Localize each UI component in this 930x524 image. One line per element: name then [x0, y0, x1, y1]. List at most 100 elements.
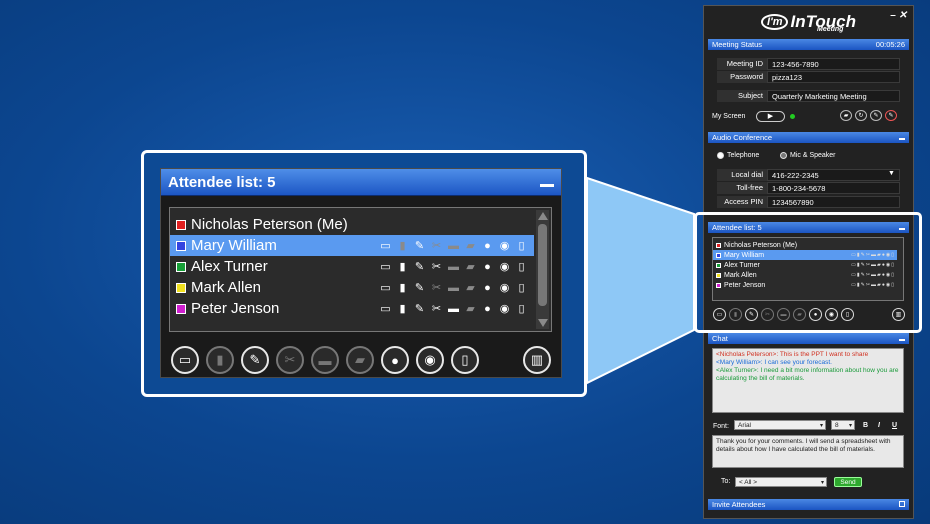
folder-icon[interactable]: ▰ — [840, 110, 852, 121]
meeting-status-header[interactable]: Meeting Status 00:05:26 — [708, 39, 909, 50]
users-icon[interactable]: ● — [481, 282, 494, 294]
refresh-icon[interactable]: ↻ — [855, 110, 867, 121]
scroll-up-icon[interactable] — [538, 212, 548, 220]
attendee-row-alex[interactable]: Alex Turner ▭ ▮ ✎ ✂ ▬ ▰ ● ◉ ▯ — [170, 256, 534, 277]
annotate-button[interactable]: ✎ — [241, 346, 269, 374]
presenter-button[interactable]: ● — [381, 346, 409, 374]
expand-icon[interactable] — [899, 501, 905, 507]
pencil-icon[interactable]: ✎ — [413, 282, 426, 294]
bold-button[interactable]: B — [863, 422, 868, 429]
scissors-icon[interactable]: ✂ — [430, 303, 443, 315]
users-icon[interactable]: ● — [481, 303, 494, 315]
radio-unselected-icon[interactable] — [780, 152, 787, 159]
font-size-select[interactable]: 8 — [831, 420, 855, 431]
send-button[interactable]: Send — [834, 477, 862, 487]
printer-icon[interactable]: ▬ — [447, 261, 460, 273]
section-title: Audio Conference — [712, 133, 773, 142]
chat-button[interactable]: ◉ — [416, 346, 444, 374]
annotate-off-icon[interactable]: ✎ — [885, 110, 897, 121]
invite-attendees-header[interactable]: Invite Attendees — [708, 499, 909, 510]
pencil-icon[interactable]: ✎ — [413, 240, 426, 252]
folder-icon[interactable]: ▰ — [464, 303, 477, 315]
dropdown-arrow-icon[interactable]: ▼ — [888, 170, 895, 177]
scissors-icon[interactable]: ✂ — [430, 240, 443, 252]
attendee-name: Mary William — [191, 237, 277, 254]
chat-history[interactable]: <Nicholas Peterson>: This is the PPT I w… — [712, 348, 904, 413]
clipboard-button[interactable]: ✂ — [276, 346, 304, 374]
attendee-row-peter[interactable]: Peter Jenson ▭ ▮ ✎ ✂ ▬ ▰ ● ◉ ▯ — [170, 298, 534, 319]
monitor-icon[interactable]: ▭ — [379, 282, 392, 294]
play-icon: ▶ — [767, 113, 774, 120]
users-icon[interactable]: ● — [481, 240, 494, 252]
underline-button[interactable]: U — [892, 422, 897, 429]
mouse-icon[interactable]: ▮ — [396, 282, 409, 294]
scissors-icon[interactable]: ✂ — [430, 282, 443, 294]
chat-icon[interactable]: ◉ — [498, 240, 511, 252]
subject-value: Quarterly Marketing Meeting — [767, 90, 900, 102]
pencil-icon: ✎ — [249, 352, 261, 367]
folder-icon[interactable]: ▰ — [464, 240, 477, 252]
attendee-row-mark[interactable]: Mark Allen ▭ ▮ ✎ ✂ ▬ ▰ ● ◉ ▯ — [170, 277, 534, 298]
microphone-icon[interactable]: ▯ — [515, 303, 528, 315]
monitor-icon[interactable]: ▭ — [379, 261, 392, 273]
minimize-icon[interactable] — [899, 339, 905, 341]
printer-icon[interactable]: ▬ — [447, 282, 460, 294]
mouse-icon[interactable]: ▮ — [396, 261, 409, 273]
attendee-row-mary[interactable]: Mary William ▭ ▮ ✎ ✂ ▬ ▰ ● ◉ ▯ — [170, 235, 534, 256]
printer-icon: ▬ — [318, 352, 332, 368]
remove-attendee-button[interactable]: ▥ — [523, 346, 551, 374]
chat-icon[interactable]: ◉ — [498, 282, 511, 294]
window-controls[interactable]: – ✕ — [890, 10, 907, 21]
share-screen-button[interactable]: ▭ — [171, 346, 199, 374]
print-button[interactable]: ▬ — [311, 346, 339, 374]
printer-icon[interactable]: ▬ — [447, 303, 460, 315]
microphone-icon[interactable]: ▯ — [515, 261, 528, 273]
pencil-icon[interactable]: ✎ — [413, 261, 426, 273]
scissors-icon[interactable]: ✂ — [430, 261, 443, 273]
attendee-list[interactable]: Nicholas Peterson (Me) Mary William ▭ ▮ … — [169, 207, 552, 332]
chat-icon[interactable]: ◉ — [498, 303, 511, 315]
microphone-button[interactable]: ▯ — [451, 346, 479, 374]
microphone-icon[interactable]: ▯ — [515, 282, 528, 294]
attendee-panel-zoomed: Attendee list: 5 Nicholas Peterson (Me) … — [160, 168, 562, 378]
chat-message: <Alex Turner>: I need a bit more informa… — [716, 367, 899, 382]
option-label: Mic & Speaker — [790, 152, 836, 159]
monitor-icon[interactable]: ▭ — [379, 240, 392, 252]
chat-icon[interactable]: ◉ — [498, 261, 511, 273]
attendee-header: Attendee list: 5 — [161, 169, 561, 196]
local-dial-row[interactable]: Local dial 416-222-2345 — [717, 169, 900, 181]
folder-icon[interactable]: ▰ — [464, 261, 477, 273]
mouse-icon[interactable]: ▮ — [396, 303, 409, 315]
mouse-icon[interactable]: ▮ — [396, 240, 409, 252]
monitor-icon[interactable]: ▭ — [379, 303, 392, 315]
telephone-option[interactable]: Telephone — [717, 152, 759, 159]
scroll-down-icon[interactable] — [538, 319, 548, 327]
italic-button[interactable]: I — [878, 422, 880, 429]
scroll-thumb[interactable] — [538, 224, 547, 306]
radio-selected-icon[interactable] — [717, 152, 724, 159]
audio-conference-header[interactable]: Audio Conference — [708, 132, 909, 143]
pencil-icon[interactable]: ✎ — [413, 303, 426, 315]
microphone-icon[interactable]: ▯ — [515, 240, 528, 252]
list-scrollbar[interactable] — [536, 210, 549, 329]
remote-control-button[interactable]: ▮ — [206, 346, 234, 374]
users-icon[interactable]: ● — [481, 261, 494, 273]
folder-icon[interactable]: ▰ — [464, 282, 477, 294]
file-transfer-button[interactable]: ▰ — [346, 346, 374, 374]
attendee-name: Peter Jenson — [191, 300, 280, 317]
field-label: Toll-free — [717, 182, 767, 194]
printer-icon[interactable]: ▬ — [447, 240, 460, 252]
recipient-select[interactable]: < All > — [735, 477, 827, 488]
attendee-row-nicholas[interactable]: Nicholas Peterson (Me) — [170, 214, 534, 235]
field-label: Meeting ID — [717, 58, 767, 70]
minimize-icon[interactable] — [540, 183, 554, 187]
status-dot-icon — [790, 114, 795, 119]
minimize-icon[interactable] — [899, 138, 905, 140]
permission-icons: ▭ ▮ ✎ ✂ ▬ ▰ ● ◉ ▯ — [379, 282, 528, 294]
chat-header[interactable]: Chat — [708, 333, 909, 344]
play-button[interactable]: ▶ — [756, 111, 785, 122]
mic-speaker-option[interactable]: Mic & Speaker — [780, 152, 836, 159]
chat-input[interactable]: Thank you for your comments. I will send… — [712, 435, 904, 468]
pencil-icon[interactable]: ✎ — [870, 110, 882, 121]
font-select[interactable]: Arial — [734, 420, 826, 431]
